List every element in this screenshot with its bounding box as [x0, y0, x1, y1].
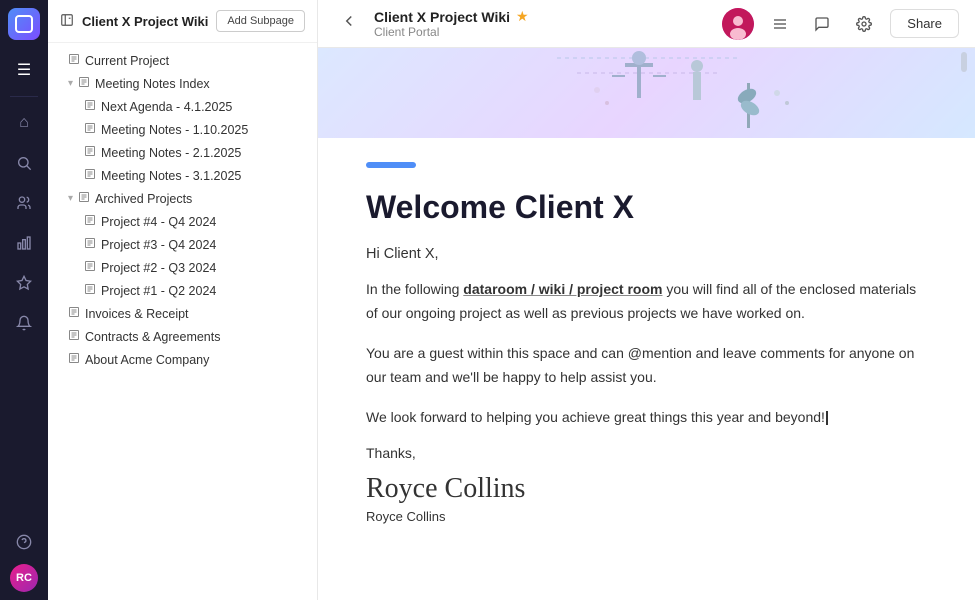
project-1-doc-icon: [84, 283, 96, 298]
rail-user-avatar[interactable]: RC: [10, 564, 38, 592]
add-subpage-button[interactable]: Add Subpage: [216, 10, 305, 32]
sidebar-item-label-meeting-notes-3: Meeting Notes - 3.1.2025: [101, 169, 309, 183]
content-accent-bar: [366, 162, 416, 168]
sidebar-item-about[interactable]: About Acme Company: [48, 348, 317, 371]
sidebar-item-meeting-notes-index[interactable]: ▾ Meeting Notes Index: [48, 72, 317, 95]
back-button[interactable]: [334, 10, 364, 37]
rail-divider-1: [10, 96, 38, 97]
sidebar-item-label-contracts: Contracts & Agreements: [85, 330, 309, 344]
sidebar-item-label-project-1: Project #1 - Q2 2024: [101, 284, 309, 298]
rail-icon-search[interactable]: [6, 145, 42, 181]
sidebar-tree: Current Project ▾ Meeting Notes Index Ne…: [48, 43, 317, 377]
topbar-title: Client X Project Wiki: [374, 9, 510, 25]
sidebar-item-label-project-4: Project #4 - Q4 2024: [101, 215, 309, 229]
topbar-user-avatar[interactable]: [722, 8, 754, 40]
rail-icon-help[interactable]: [6, 524, 42, 560]
sidebar-item-label-current-project: Current Project: [85, 54, 309, 68]
current-project-doc-icon: [68, 53, 80, 68]
rail-icon-chart[interactable]: [6, 225, 42, 261]
sidebar-item-label-next-agenda: Next Agenda - 4.1.2025: [101, 100, 309, 114]
content-paragraph-2: You are a guest within this space and ca…: [366, 342, 927, 390]
meeting-notes-toggle-icon: ▾: [68, 78, 73, 89]
topbar: Client X Project Wiki ★ Client Portal: [318, 0, 975, 48]
project-3-doc-icon: [84, 237, 96, 252]
sidebar-item-meeting-notes-3[interactable]: Meeting Notes - 3.1.2025: [48, 164, 317, 187]
content-paragraph-1: In the following dataroom / wiki / proje…: [366, 278, 927, 326]
sidebar-header: Client X Project Wiki Add Subpage: [48, 0, 317, 43]
text-cursor: [826, 411, 828, 425]
sidebar-item-meeting-notes-1[interactable]: Meeting Notes - 1.10.2025: [48, 118, 317, 141]
content-thanks: Thanks,: [366, 445, 927, 461]
meeting-notes-1-doc-icon: [84, 122, 96, 137]
logo-mark: [15, 15, 33, 33]
topbar-title-group: Client X Project Wiki ★ Client Portal: [374, 8, 529, 39]
rail-icon-bell[interactable]: [6, 305, 42, 341]
sidebar-item-label-project-3: Project #3 - Q4 2024: [101, 238, 309, 252]
sidebar-item-invoices[interactable]: Invoices & Receipt: [48, 302, 317, 325]
content-paragraph-3: We look forward to helping you achieve g…: [366, 406, 927, 430]
rail-icon-star[interactable]: [6, 265, 42, 301]
content-greeting: Hi Client X,: [366, 246, 927, 262]
icon-rail: ☰ ⌂ RC: [0, 0, 48, 600]
main-area: Client X Project Wiki ★ Client Portal: [318, 0, 975, 600]
sidebar-wiki-title: Client X Project Wiki: [82, 14, 208, 29]
invoices-doc-icon: [68, 306, 80, 321]
banner-illustration: [357, 48, 937, 138]
para1-link-text[interactable]: dataroom / wiki / project room: [463, 281, 662, 297]
meeting-notes-3-doc-icon: [84, 168, 96, 183]
sidebar-item-label-invoices: Invoices & Receipt: [85, 307, 309, 321]
project-4-doc-icon: [84, 214, 96, 229]
content-signature: Royce Collins: [366, 473, 927, 505]
archived-projects-toggle-icon: ▾: [68, 193, 73, 204]
sidebar-item-label-meeting-notes-2: Meeting Notes - 2.1.2025: [101, 146, 309, 160]
contracts-doc-icon: [68, 329, 80, 344]
next-agenda-doc-icon: [84, 99, 96, 114]
sidebar-item-project-2[interactable]: Project #2 - Q3 2024: [48, 256, 317, 279]
topbar-settings-icon-btn[interactable]: [848, 8, 880, 40]
rail-icon-home[interactable]: ⌂: [6, 105, 42, 141]
meeting-notes-index-doc-icon: [78, 76, 90, 91]
sidebar-item-contracts[interactable]: Contracts & Agreements: [48, 325, 317, 348]
sidebar-item-next-agenda[interactable]: Next Agenda - 4.1.2025: [48, 95, 317, 118]
para1-text-before: In the following: [366, 281, 463, 297]
para3-text: We look forward to helping you achieve g…: [366, 409, 825, 425]
about-doc-icon: [68, 352, 80, 367]
rail-bottom: RC: [6, 524, 42, 592]
sidebar-item-label-archived-projects: Archived Projects: [95, 192, 309, 206]
sidebar-item-archived-projects[interactable]: ▾ Archived Projects: [48, 187, 317, 210]
content-banner: [318, 48, 975, 138]
rail-icon-people[interactable]: [6, 185, 42, 221]
meeting-notes-2-doc-icon: [84, 145, 96, 160]
sidebar-item-label-meeting-notes-1: Meeting Notes - 1.10.2025: [101, 123, 309, 137]
content-heading: Welcome Client X: [366, 188, 927, 226]
sidebar-item-current-project[interactable]: Current Project: [48, 49, 317, 72]
sidebar: Client X Project Wiki Add Subpage Curren…: [48, 0, 318, 600]
content-scroll-area[interactable]: Welcome Client X Hi Client X, ⋮ In the f…: [318, 48, 975, 600]
content-body: Welcome Client X Hi Client X, ⋮ In the f…: [318, 138, 975, 548]
topbar-menu-icon-btn[interactable]: [764, 8, 796, 40]
sidebar-item-label-about: About Acme Company: [85, 353, 309, 367]
sidebar-item-project-4[interactable]: Project #4 - Q4 2024: [48, 210, 317, 233]
content-name-typed: Royce Collins: [366, 509, 927, 524]
topbar-comment-icon-btn[interactable]: [806, 8, 838, 40]
sidebar-item-meeting-notes-2[interactable]: Meeting Notes - 2.1.2025: [48, 141, 317, 164]
sidebar-header-icon: [60, 13, 74, 30]
sidebar-item-project-1[interactable]: Project #1 - Q2 2024: [48, 279, 317, 302]
app-logo[interactable]: [8, 8, 40, 40]
rail-icon-sidebar[interactable]: ☰: [6, 52, 42, 88]
topbar-breadcrumb: Client Portal: [374, 25, 529, 39]
sidebar-item-label-project-2: Project #2 - Q3 2024: [101, 261, 309, 275]
avatar-img: [722, 8, 754, 40]
project-2-doc-icon: [84, 260, 96, 275]
archived-projects-doc-icon: [78, 191, 90, 206]
content-scrollbar[interactable]: [961, 48, 969, 138]
topbar-star-icon[interactable]: ★: [516, 8, 529, 25]
share-button[interactable]: Share: [890, 9, 959, 38]
sidebar-item-project-3[interactable]: Project #3 - Q4 2024: [48, 233, 317, 256]
sidebar-item-label-meeting-notes-index: Meeting Notes Index: [95, 77, 309, 91]
content-paragraph-1-wrapper: ⋮ In the following dataroom / wiki / pro…: [366, 278, 927, 326]
